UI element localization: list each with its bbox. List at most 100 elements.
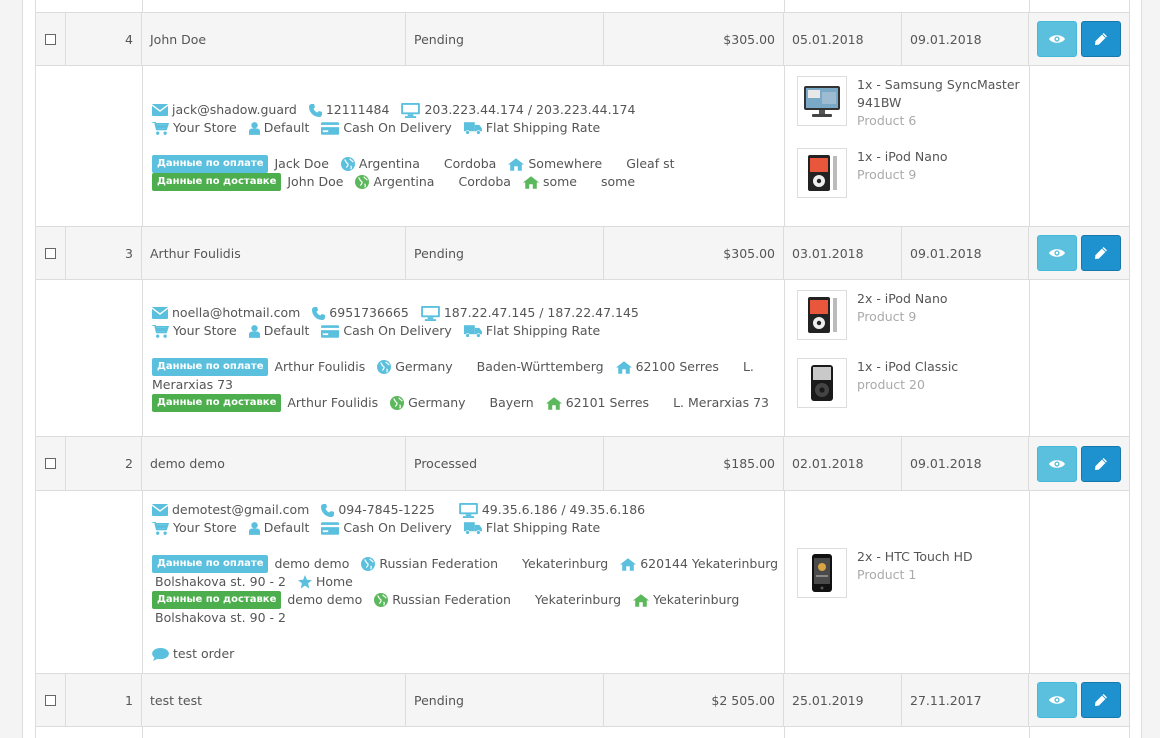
- order-id: 4: [66, 13, 142, 65]
- row-checkbox[interactable]: [45, 458, 56, 469]
- shipping-country: Germany: [408, 395, 466, 410]
- order-row[interactable]: 4 John Doe Pending $305.00 05.01.2018 09…: [35, 12, 1130, 66]
- payment-data-label: Данные по оплате: [152, 555, 269, 573]
- date-added: 05.01.2018: [784, 13, 902, 65]
- customer-group: Default: [263, 520, 310, 535]
- date-added: 02.01.2018: [784, 437, 902, 490]
- truck-icon: [464, 122, 482, 135]
- payment-country: Germany: [395, 359, 453, 374]
- order-row[interactable]: 2 demo demo Processed $185.00 02.01.2018…: [35, 436, 1130, 491]
- order-details: demotest@gmail.com 094-7845-1225 49.35.6…: [35, 491, 1130, 674]
- shipping-name: demo demo: [287, 592, 363, 607]
- product-line: 1x - iPod Nano: [857, 149, 948, 164]
- ipod-classic-image: [802, 363, 842, 403]
- cart-icon: [152, 522, 169, 535]
- payment-city: Somewhere: [528, 156, 603, 171]
- store-name: Your Store: [173, 120, 237, 135]
- payment-address-end: Merarxias 73: [152, 377, 233, 392]
- product-model: product 20: [857, 377, 925, 392]
- product-model: Product 9: [857, 309, 917, 324]
- payment-zone: Yekaterinburg: [522, 556, 609, 571]
- monitor-product-image: [802, 84, 842, 118]
- order-status: Pending: [406, 13, 604, 65]
- product-line: 2x - iPod Nano: [857, 291, 948, 306]
- product-model: Product 1: [857, 567, 917, 582]
- truck-icon: [464, 325, 482, 338]
- product-thumbnail[interactable]: [797, 76, 847, 126]
- shipping-city: 62101 Serres: [565, 395, 650, 410]
- shipping-country: Argentina: [373, 174, 435, 189]
- ipod-nano-image: [802, 153, 842, 193]
- comment-icon: [152, 648, 169, 661]
- view-order-button[interactable]: [1037, 445, 1077, 482]
- product-thumbnail[interactable]: [797, 148, 847, 198]
- home-icon: [616, 361, 632, 374]
- customer-email[interactable]: jack@shadow.guard: [172, 101, 297, 119]
- home-icon: [508, 158, 524, 171]
- date-added: 25.01.2019: [784, 674, 902, 726]
- order-id: 3: [66, 227, 142, 279]
- customer-email[interactable]: noella@hotmail.com: [172, 304, 300, 322]
- product-thumbnail[interactable]: [797, 358, 847, 408]
- store-name: Your Store: [173, 323, 237, 338]
- pencil-icon: [1095, 247, 1107, 259]
- customer-phone: 6951736665: [329, 305, 409, 320]
- view-order-button[interactable]: [1037, 235, 1077, 271]
- eye-icon: [1049, 248, 1065, 258]
- globe-icon: [361, 557, 375, 571]
- date-modified: 09.01.2018: [902, 227, 1029, 279]
- payment-method: Cash On Delivery: [343, 323, 452, 338]
- payment-address: Gleaf st: [626, 156, 675, 171]
- eye-icon: [1049, 695, 1065, 705]
- shipping-zone: Yekaterinburg: [534, 592, 622, 607]
- htc-phone-image: [802, 553, 842, 593]
- star-icon: [298, 575, 312, 589]
- order-details: jack@shadow.guard 12111484 203.223.44.17…: [35, 66, 1130, 227]
- product-thumbnail[interactable]: [797, 548, 847, 598]
- customer-group: Default: [263, 120, 310, 135]
- order-total: $2 505.00: [604, 674, 784, 726]
- shipping-name: John Doe: [287, 174, 344, 189]
- payment-name: Jack Doe: [274, 156, 329, 171]
- product-thumbnail[interactable]: [797, 290, 847, 340]
- edit-order-button[interactable]: [1081, 21, 1121, 57]
- customer-group: Default: [263, 323, 310, 338]
- edit-order-button[interactable]: [1081, 445, 1121, 482]
- row-checkbox[interactable]: [45, 247, 56, 259]
- cart-icon: [152, 325, 169, 338]
- shipping-data-label: Данные по доставке: [152, 591, 282, 609]
- view-order-button[interactable]: [1037, 21, 1077, 57]
- phone-icon: [309, 104, 322, 117]
- shipping-address: Bolshakova st. 90 - 2: [155, 610, 286, 625]
- home-icon: [546, 397, 562, 410]
- shipping-address: L. Merarxias 73: [673, 395, 769, 410]
- shipping-data-label: Данные по доставке: [152, 394, 282, 412]
- pencil-icon: [1095, 694, 1107, 706]
- payment-data-label: Данные по оплате: [152, 155, 269, 173]
- shipping-method: Flat Shipping Rate: [485, 323, 601, 338]
- row-checkbox[interactable]: [45, 33, 56, 45]
- customer-name: Arthur Foulidis: [142, 227, 406, 279]
- order-row[interactable]: 1 test test Pending $2 505.00 25.01.2019…: [35, 673, 1130, 727]
- date-added: 03.01.2018: [784, 227, 902, 279]
- cart-icon: [152, 122, 169, 135]
- row-checkbox[interactable]: [45, 694, 56, 706]
- shipping-method: Flat Shipping Rate: [485, 520, 601, 535]
- customer-email[interactable]: demotest@gmail.com: [172, 501, 309, 519]
- customer-ip: 49.35.6.186 / 49.35.6.186: [481, 502, 646, 517]
- customer-ip: 187.22.47.145 / 187.22.47.145: [443, 305, 639, 320]
- credit-card-icon: [321, 122, 339, 135]
- shipping-city: some: [542, 174, 577, 189]
- payment-address-tag: Home: [315, 574, 353, 589]
- edit-order-button[interactable]: [1081, 235, 1121, 271]
- order-total: $185.00: [604, 437, 784, 490]
- credit-card-icon: [321, 325, 339, 338]
- payment-city: 620144 Yekaterinburg: [640, 556, 779, 571]
- order-row[interactable]: 3 Arthur Foulidis Pending $305.00 03.01.…: [35, 226, 1130, 280]
- date-modified: 09.01.2018: [902, 437, 1029, 490]
- payment-address-start: L.: [742, 359, 754, 374]
- view-order-button[interactable]: [1037, 682, 1077, 718]
- edit-order-button[interactable]: [1081, 682, 1121, 718]
- payment-city: 62100 Serres: [635, 359, 719, 374]
- payment-zone: Cordoba: [443, 156, 497, 171]
